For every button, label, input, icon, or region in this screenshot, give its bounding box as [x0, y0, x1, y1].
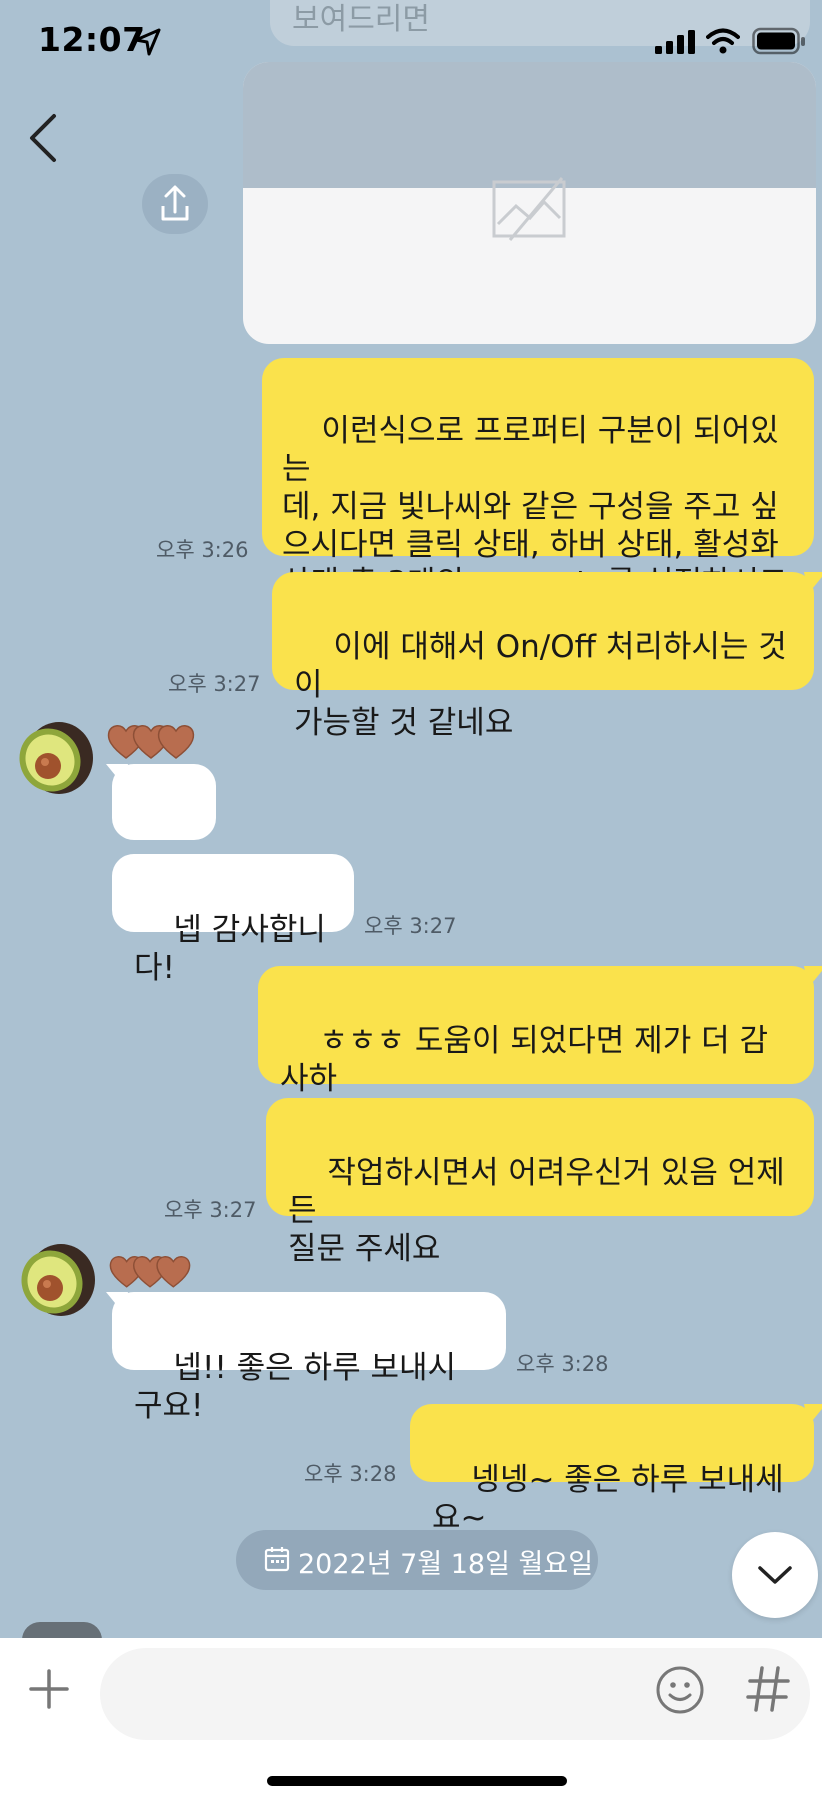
location-arrow-icon — [134, 28, 161, 56]
bubble-tail — [804, 572, 822, 594]
bubble-tail — [804, 966, 822, 988]
avocado-avatar[interactable] — [12, 714, 98, 800]
chat-screen: 보여드리면 12:07 이런식으로 프로퍼티 구분이 되어있는 데, 지금 빛나… — [0, 0, 822, 1794]
wifi-icon — [706, 28, 740, 54]
message-bubble-mine[interactable]: 작업하시면서 어려우신거 있음 언제든 질문 주세요 — [266, 1098, 814, 1267]
message-bubble-theirs[interactable]: 넵 감사합니다! — [112, 854, 354, 986]
hashtag-icon[interactable] — [744, 1662, 792, 1716]
sender-name-hearts-icon — [109, 1256, 191, 1288]
message-bubble-mine[interactable]: 이런식으로 프로퍼티 구분이 되어있는 데, 지금 빛나씨와 같은 구성을 주고… — [262, 358, 814, 601]
message-bubble-theirs[interactable]: 넵!! 좋은 하루 보내시구요! — [112, 1292, 506, 1424]
bubble-tail — [106, 1292, 128, 1314]
message-time: 오후 3:28 — [304, 1462, 397, 1486]
emoji-icon[interactable] — [654, 1664, 706, 1716]
message-time: 오후 3:28 — [516, 1352, 609, 1376]
chat-header — [0, 82, 822, 192]
message-bubble-mine[interactable]: 넹넹~ 좋은 하루 보내세요~ — [410, 1404, 814, 1536]
calendar-icon — [264, 1547, 290, 1572]
message-time: 오후 3:26 — [156, 538, 249, 562]
status-bar: 12:07 — [0, 0, 822, 82]
message-text: 작업하시면서 어려우신거 있음 언제든 질문 주세요 — [288, 1155, 785, 1267]
status-time: 12:07 — [38, 20, 146, 59]
message-text: 넵!! 좋은 하루 보내시구요! — [134, 1350, 456, 1424]
message-time: 오후 3:27 — [168, 672, 261, 696]
sender-name-hearts-icon — [107, 725, 195, 759]
message-time: 오후 3:27 — [164, 1198, 257, 1222]
date-divider: 2022년 7월 18일 월요일 — [236, 1530, 598, 1590]
chevron-down-icon — [758, 1566, 792, 1584]
date-divider-text: 2022년 7월 18일 월요일 — [298, 1549, 594, 1580]
message-time: 오후 3:27 — [364, 914, 457, 938]
avocado-avatar[interactable] — [14, 1236, 100, 1322]
message-text: 이에 대해서 On/Off 처리하시는 것이 가능할 것 같네요 — [294, 629, 787, 741]
battery-icon — [752, 27, 805, 55]
message-bubble-mine[interactable]: ㅎㅎㅎ 도움이 되었다면 제가 더 감사하 죠~ — [258, 966, 814, 1135]
signal-icon — [655, 30, 695, 54]
plus-icon[interactable] — [28, 1668, 70, 1710]
scroll-to-bottom-button[interactable] — [732, 1532, 818, 1618]
message-bubble-mine[interactable]: 이에 대해서 On/Off 처리하시는 것이 가능할 것 같네요 — [272, 572, 814, 741]
message-input-bar — [0, 1638, 822, 1794]
bubble-tail — [106, 764, 128, 786]
home-indicator — [267, 1776, 567, 1786]
message-text: 넹넹~ 좋은 하루 보내세요~ — [432, 1462, 784, 1536]
bubble-tail — [804, 1404, 822, 1426]
